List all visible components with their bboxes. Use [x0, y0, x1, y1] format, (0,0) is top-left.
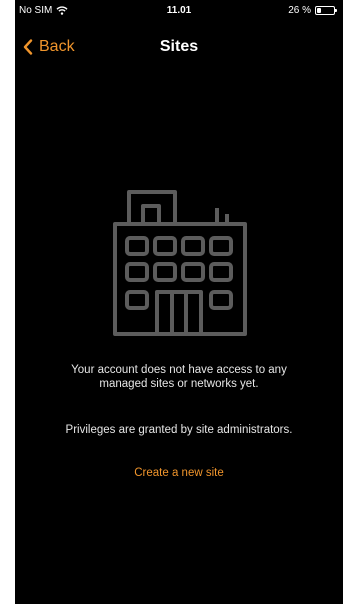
privileges-note: Privileges are granted by site administr…: [65, 424, 293, 436]
battery-fill: [317, 8, 321, 13]
battery-icon: [315, 6, 337, 15]
app-screen: No SIM 11.01 26 % Back Sites Your accoun…: [15, 0, 343, 604]
chevron-left-icon: [23, 39, 33, 55]
navigation-bar: Back Sites: [15, 30, 343, 66]
building-icon: [113, 190, 247, 336]
status-bar: No SIM 11.01 26 %: [15, 0, 343, 22]
create-site-link[interactable]: Create a new site: [15, 467, 343, 479]
back-label: Back: [39, 38, 75, 55]
no-access-message: Your account does not have access to any…: [71, 364, 287, 390]
battery-percentage: 26 %: [288, 5, 311, 16]
battery-tip: [335, 9, 337, 12]
status-right: 26 %: [288, 5, 337, 16]
back-button[interactable]: Back: [23, 38, 75, 56]
